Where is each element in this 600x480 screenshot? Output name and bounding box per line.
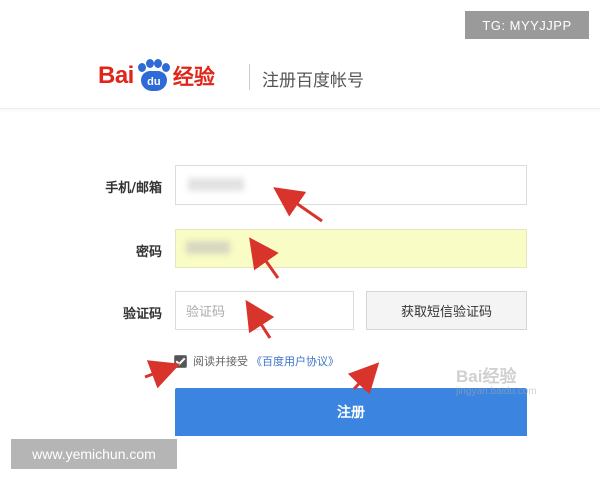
site-url-badge: www.yemichun.com: [11, 439, 177, 469]
logo-du-text: du: [140, 71, 167, 91]
phone-email-label: 手机/邮箱: [105, 181, 162, 196]
user-agreement-link[interactable]: 《百度用户协议》: [251, 353, 339, 369]
phone-email-input[interactable]: [175, 165, 527, 205]
captcha-placeholder: 验证码: [186, 305, 226, 320]
page-title: 注册百度帐号: [262, 71, 364, 91]
arrow-agreement: [347, 362, 380, 395]
agree-checkbox[interactable]: [174, 354, 187, 368]
jingyan-watermark: Bai经验 jingyan.baidu.com: [456, 362, 566, 412]
logo-jingyan-text: 经验: [172, 65, 215, 89]
header-divider: [249, 64, 250, 90]
logo-bai-text: Bai: [98, 62, 134, 89]
tg-badge: TG: MYYJJPP: [465, 11, 589, 39]
redacted-value: [188, 178, 244, 191]
paw-icon: du: [135, 59, 171, 93]
watermark-logo: Bai经验: [456, 367, 517, 386]
masked-password: [186, 241, 230, 254]
baidu-jingyan-logo[interactable]: Bai du 经验: [98, 56, 215, 96]
password-input[interactable]: [175, 229, 527, 268]
captcha-label: 验证码: [122, 307, 162, 322]
get-sms-code-button[interactable]: 获取短信验证码: [366, 291, 527, 330]
arrow-checkbox: [144, 360, 181, 389]
password-label: 密码: [135, 245, 162, 260]
watermark-url: jingyan.baidu.com: [456, 386, 537, 397]
agreement-row: 阅读并接受 《百度用户协议》: [174, 353, 339, 369]
agree-text: 阅读并接受: [193, 355, 248, 368]
page-header: Bai du 经验 注册百度帐号: [0, 40, 600, 109]
captcha-input[interactable]: 验证码: [175, 291, 354, 330]
